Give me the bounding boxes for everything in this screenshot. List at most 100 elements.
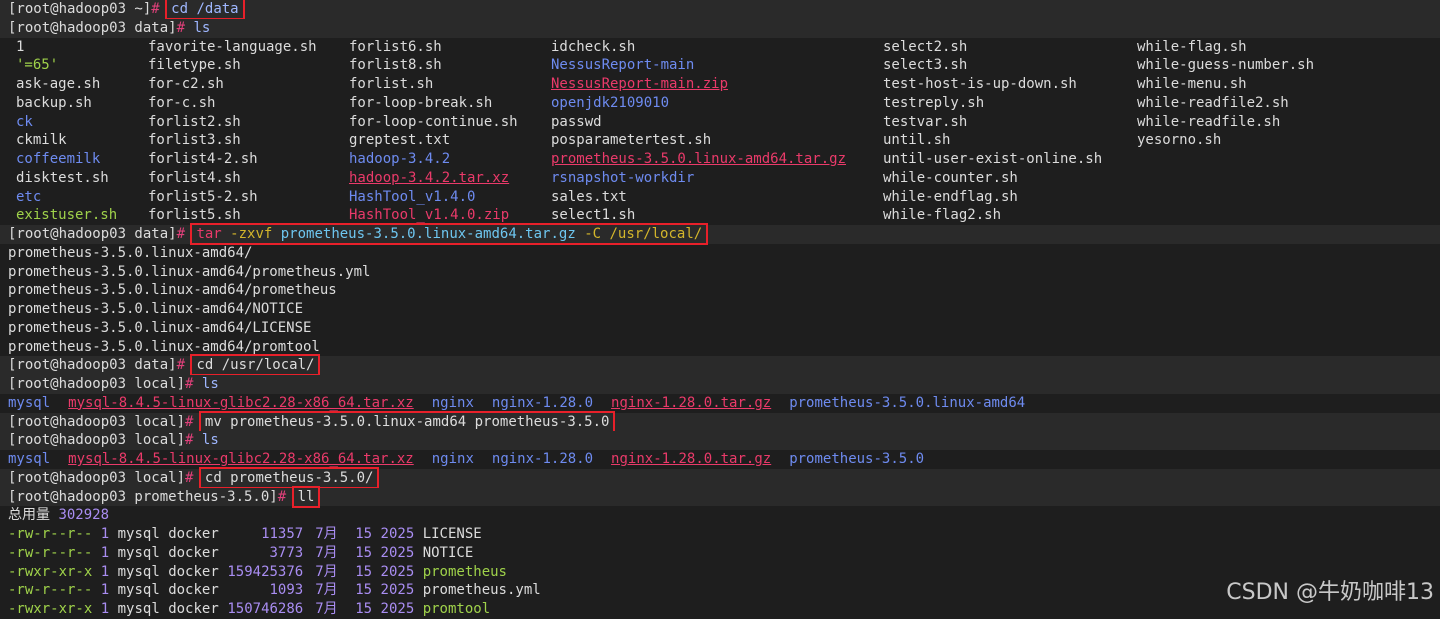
command-text[interactable]: cd /data xyxy=(165,0,245,20)
file-entry[interactable]: nginx-1.28.0 xyxy=(492,395,593,411)
file-entry[interactable]: '=65' xyxy=(16,56,58,75)
file-entry[interactable]: 1 xyxy=(16,38,24,57)
file-entry[interactable]: nginx-1.28.0.tar.gz xyxy=(611,395,771,411)
file-entry[interactable]: nginx-1.28.0 xyxy=(492,451,593,467)
extract-output-line: prometheus-3.5.0.linux-amd64/ xyxy=(8,244,253,261)
file-name[interactable]: prometheus.yml xyxy=(423,582,541,598)
file-entry[interactable]: NessusReport-main xyxy=(551,56,694,75)
file-entry[interactable]: existuser.sh xyxy=(16,206,117,225)
file-entry[interactable]: select1.sh xyxy=(551,206,635,225)
file-entry[interactable]: select2.sh xyxy=(883,38,967,57)
shell-prompt: [root@hadoop03 prometheus-3.5.0] xyxy=(8,488,278,505)
file-entry[interactable]: nginx-1.28.0.tar.gz xyxy=(611,451,771,467)
file-entry[interactable]: for-c.sh xyxy=(148,94,215,113)
file-name[interactable]: NOTICE xyxy=(423,545,474,561)
file-entry[interactable]: while-readfile2.sh xyxy=(1137,94,1289,113)
file-entry[interactable]: nginx xyxy=(432,395,474,411)
file-name[interactable]: LICENSE xyxy=(423,526,482,542)
file-entry[interactable]: coffeemilk xyxy=(16,150,100,169)
day: 15 xyxy=(355,544,373,561)
terminal-output[interactable]: [root@hadoop03 ~]# cd /data [root@hadoop0… xyxy=(0,0,1440,619)
file-entry[interactable]: forlist4-2.sh xyxy=(148,150,258,169)
file-entry[interactable]: while-flag2.sh xyxy=(883,206,1001,225)
file-entry[interactable]: favorite-language.sh xyxy=(148,38,317,57)
file-entry[interactable]: prometheus-3.5.0.linux-amd64.tar.gz xyxy=(551,150,846,169)
file-entry[interactable]: while-menu.sh xyxy=(1137,75,1247,94)
command-line: [root@hadoop03 prometheus-3.5.0]# ll xyxy=(0,485,1440,508)
file-entry[interactable]: mysql-8.4.5-linux-glibc2.28-x86_64.tar.x… xyxy=(68,395,414,411)
prompt-hash: # xyxy=(151,1,160,17)
file-entry[interactable]: HashTool_v1.4.0.zip xyxy=(349,206,509,225)
file-entry[interactable]: hadoop-3.4.2 xyxy=(349,150,450,169)
file-entry[interactable]: select3.sh xyxy=(883,56,967,75)
file-entry[interactable]: testreply.sh xyxy=(883,94,984,113)
file-entry[interactable]: while-flag.sh xyxy=(1137,38,1247,57)
file-entry[interactable]: HashTool_v1.4.0 xyxy=(349,188,475,207)
file-entry[interactable]: test-host-is-up-down.sh xyxy=(883,75,1077,94)
long-listing-row: -rw-r--r-- 1 mysql docker 11357 7月 15 20… xyxy=(8,525,1440,544)
month: 7月 xyxy=(315,601,338,617)
file-entry[interactable]: passwd xyxy=(551,113,602,132)
file-entry[interactable]: for-c2.sh xyxy=(148,75,224,94)
file-entry[interactable]: NessusReport-main.zip xyxy=(551,75,728,94)
command-line: [root@hadoop03 data]# ls xyxy=(0,18,1440,38)
file-entry[interactable]: rsnapshot-workdir xyxy=(551,169,694,188)
file-entry[interactable]: forlist5-2.sh xyxy=(148,188,258,207)
file-entry[interactable]: openjdk2109010 xyxy=(551,94,669,113)
file-name[interactable]: promtool xyxy=(423,601,490,617)
file-entry[interactable]: mysql-8.4.5-linux-glibc2.28-x86_64.tar.x… xyxy=(68,451,414,467)
file-entry[interactable]: until-user-exist-online.sh xyxy=(883,150,1102,169)
permissions: -rwxr-xr-x xyxy=(8,563,93,580)
file-entry[interactable]: mysql xyxy=(8,395,50,411)
file-entry[interactable]: for-loop-break.sh xyxy=(349,94,492,113)
command-text[interactable]: tar -zxvf prometheus-3.5.0.linux-amd64.t… xyxy=(190,223,709,245)
file-entry[interactable]: while-counter.sh xyxy=(883,169,1018,188)
file-entry[interactable]: forlist5.sh xyxy=(148,206,241,225)
file-name[interactable]: prometheus xyxy=(423,564,507,580)
file-entry[interactable]: forlist4.sh xyxy=(148,169,241,188)
command-text[interactable]: cd prometheus-3.5.0/ xyxy=(198,466,380,489)
file-entry[interactable]: filetype.sh xyxy=(148,56,241,75)
shell-prompt: [root@hadoop03 local] xyxy=(8,376,186,392)
link-count: 1 xyxy=(100,601,110,617)
file-entry[interactable]: ck xyxy=(16,113,33,132)
file-entry[interactable]: while-readfile.sh xyxy=(1137,113,1280,132)
file-entry[interactable]: yesorno.sh xyxy=(1137,131,1221,150)
file-entry[interactable]: for-loop-continue.sh xyxy=(349,113,518,132)
command-text[interactable]: ll xyxy=(291,485,321,508)
file-entry[interactable]: posparametertest.sh xyxy=(551,131,711,150)
command-text[interactable]: ls xyxy=(202,432,219,448)
file-entry[interactable]: forlist.sh xyxy=(349,75,433,94)
file-entry[interactable]: hadoop-3.4.2.tar.xz xyxy=(349,169,509,188)
file-entry[interactable]: forlist8.sh xyxy=(349,56,442,75)
file-entry[interactable]: backup.sh xyxy=(16,94,92,113)
command-text[interactable]: ls xyxy=(202,376,219,392)
file-entry[interactable]: etc xyxy=(16,188,41,207)
file-entry[interactable]: until.sh xyxy=(883,131,950,150)
file-entry[interactable]: forlist3.sh xyxy=(148,131,241,150)
file-entry[interactable]: ckmilk xyxy=(16,131,67,150)
file-entry[interactable]: while-endflag.sh xyxy=(883,188,1018,207)
file-entry[interactable]: disktest.sh xyxy=(16,169,109,188)
file-entry[interactable]: forlist6.sh xyxy=(349,38,442,57)
command-line: [root@hadoop03 data]# cd /usr/local/ xyxy=(0,354,1440,377)
file-entry[interactable]: ask-age.sh xyxy=(16,75,100,94)
link-count: 1 xyxy=(100,563,110,580)
day: 15 xyxy=(355,526,373,542)
file-entry[interactable]: nginx xyxy=(432,451,474,467)
file-entry[interactable]: prometheus-3.5.0.linux-amd64 xyxy=(789,395,1025,411)
file-entry[interactable]: forlist2.sh xyxy=(148,113,241,132)
command-text[interactable]: cd /usr/local/ xyxy=(190,354,321,377)
file-entry[interactable]: mysql xyxy=(8,451,50,467)
file-entry[interactable]: while-guess-number.sh xyxy=(1137,56,1314,75)
shell-prompt: [root@hadoop03 data] xyxy=(8,19,177,36)
group: docker xyxy=(168,563,219,580)
file-entry[interactable]: sales.txt xyxy=(551,188,627,207)
total-line: 总用量 302928 xyxy=(8,506,1440,525)
command-text[interactable]: mv prometheus-3.5.0.linux-amd64 promethe… xyxy=(198,410,616,433)
file-entry[interactable]: greptest.txt xyxy=(349,131,450,150)
file-entry[interactable]: idcheck.sh xyxy=(551,38,635,57)
file-entry[interactable]: prometheus-3.5.0 xyxy=(789,451,924,467)
command-text[interactable]: ls xyxy=(193,20,210,36)
file-entry[interactable]: testvar.sh xyxy=(883,113,967,132)
